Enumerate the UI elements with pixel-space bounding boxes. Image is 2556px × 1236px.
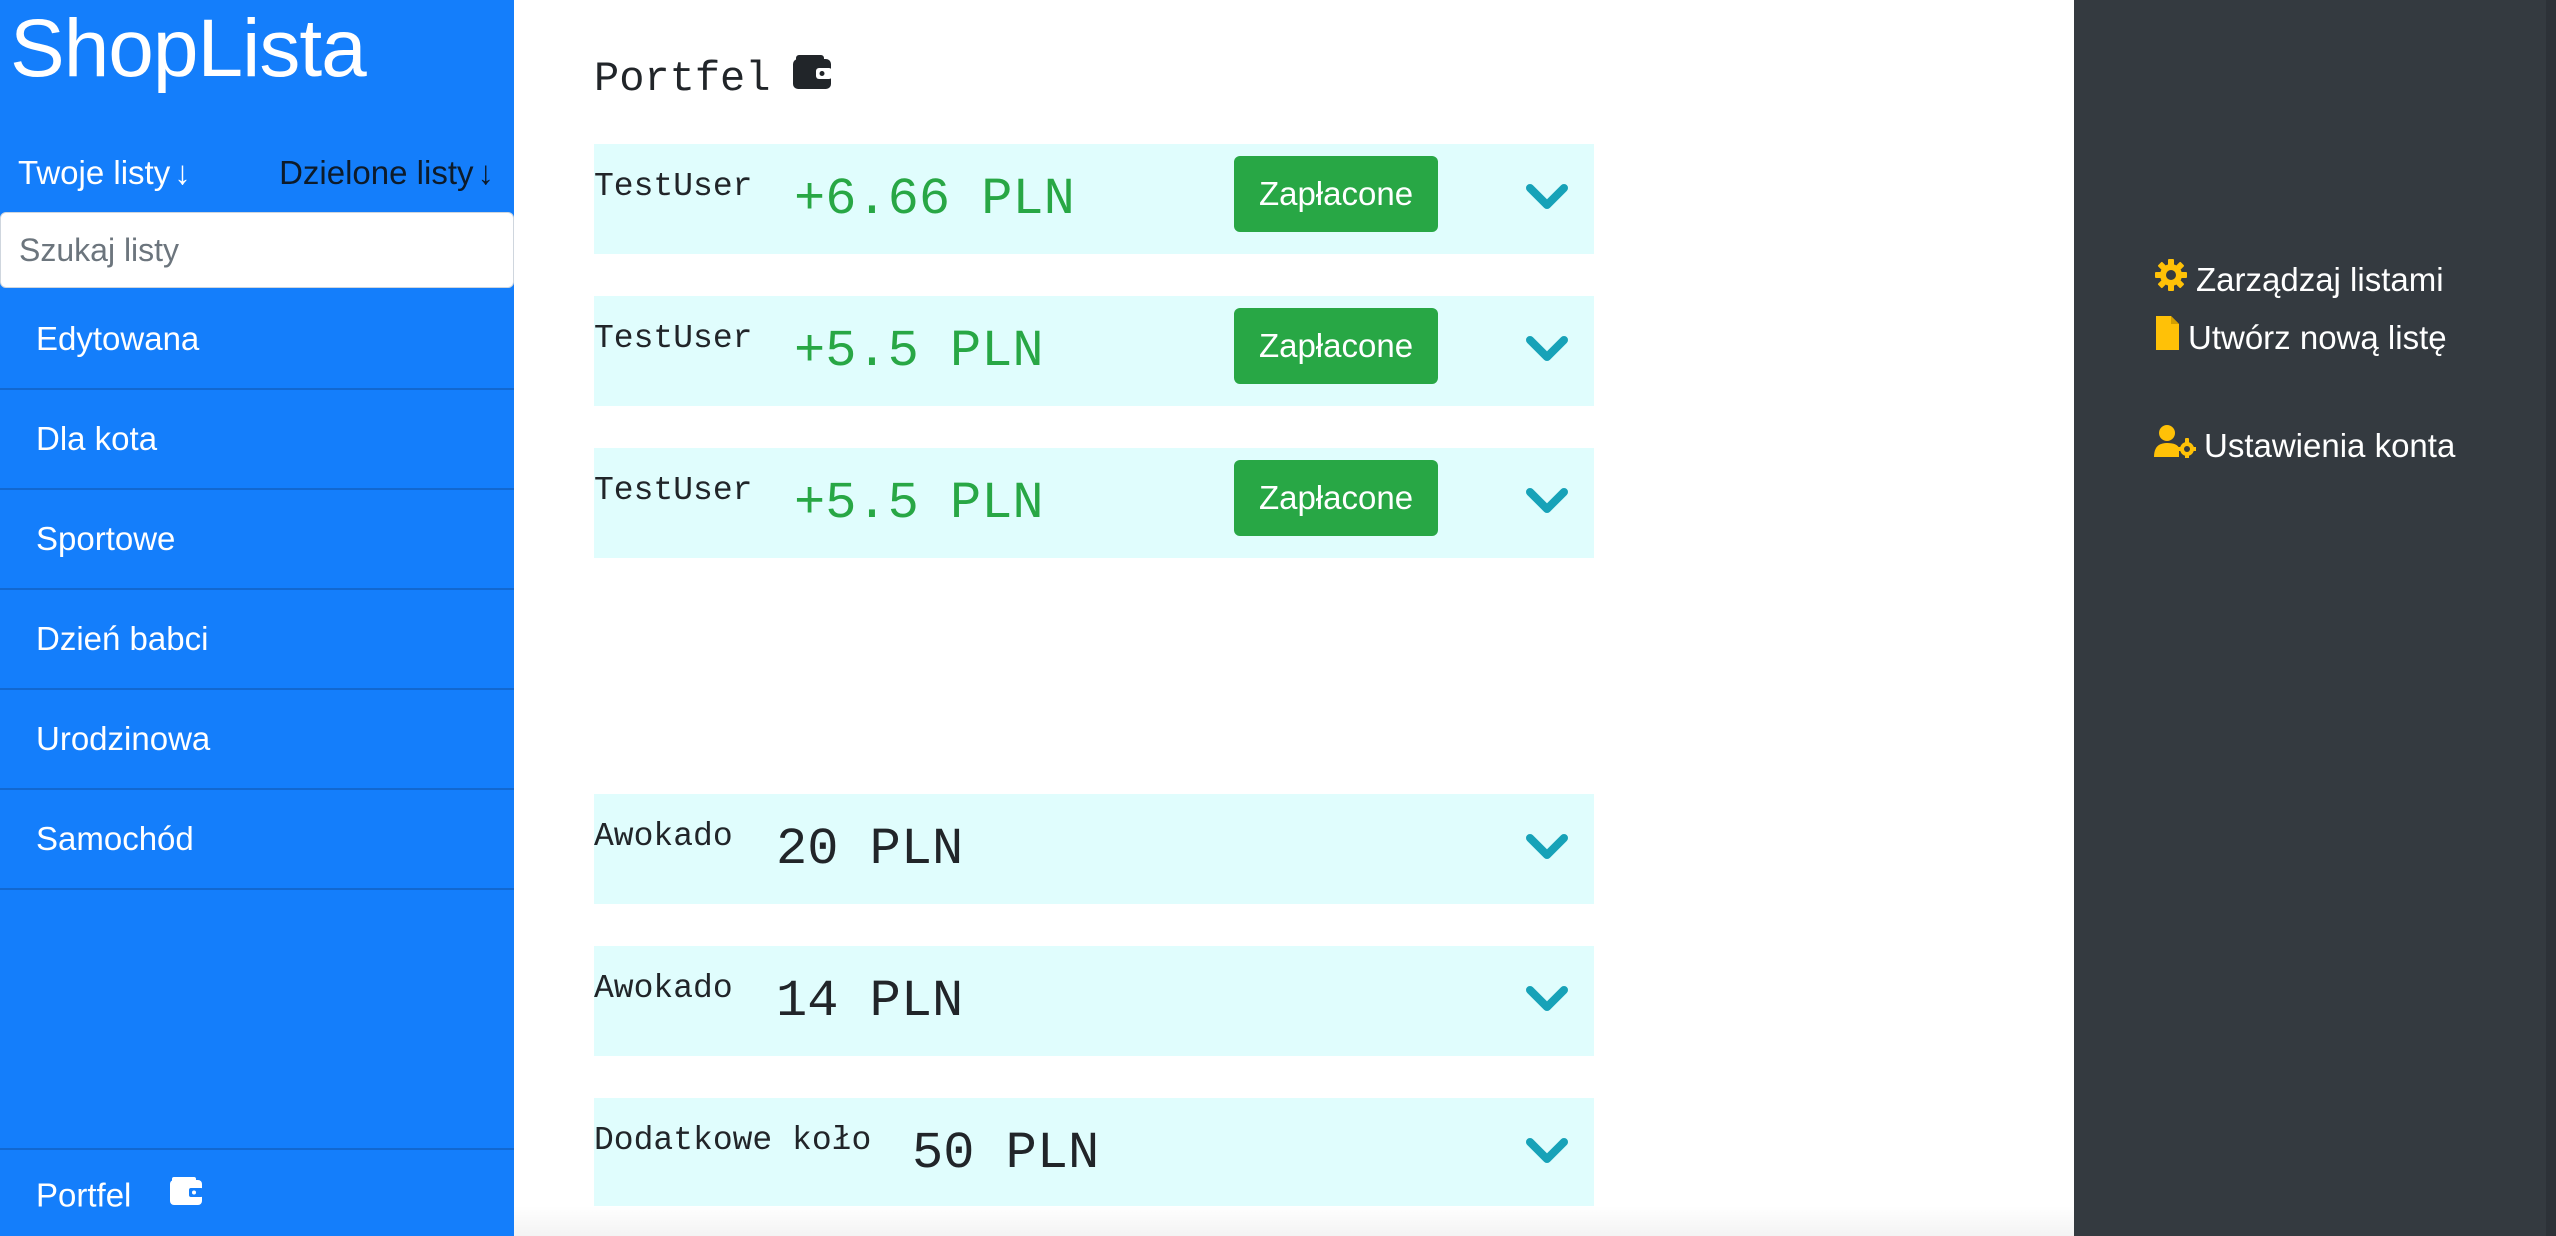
list-toggles: Twoje listy ↓ Dzielone listy ↓ [0,148,514,198]
sidebar-list-item[interactable]: Dzień babci [0,590,514,690]
lists-menu: Edytowana Dla kota Sportowe Dzień babci … [0,290,514,890]
expense-item: Dodatkowe koło [594,1122,872,1159]
wallet-nav-label: Portfel [36,1176,132,1214]
chevron-down-icon[interactable] [1524,478,1570,524]
page-title: Portfel [594,54,833,104]
manage-lists-link[interactable]: Zarządzaj listami [2154,258,2444,302]
own-lists-label: Twoje listy [18,154,171,191]
expense-card: Awokado 14 PLN [594,946,1594,1056]
arrow-down-icon: ↓ [477,154,495,191]
sidebar: ShopLista Twoje listy↓ Dzielone listy↓ E… [0,0,514,1236]
expense-amount: 14 PLN [776,972,964,1031]
payment-amount: +6.66 PLN [794,170,1075,229]
shared-lists-label: Dzielone listy [279,154,474,191]
paid-button[interactable]: Zapłacone [1234,308,1438,384]
expense-card: Awokado 20 PLN [594,794,1594,904]
sidebar-list-item[interactable]: Sportowe [0,490,514,590]
wallet-icon [169,1152,203,1236]
shared-lists-toggle[interactable]: Dzielone listy ↓ [279,148,494,198]
chevron-down-icon[interactable] [1524,326,1570,372]
payment-user: TestUser [594,168,753,205]
right-panel: Zarządzaj listami Utwórz nową listę Usta… [2074,0,2556,1236]
file-icon [2154,315,2180,362]
manage-lists-label: Zarządzaj listami [2196,261,2444,298]
payment-amount: +5.5 PLN [794,474,1044,533]
brand-logo[interactable]: ShopLista [10,4,367,94]
payment-user: TestUser [594,472,753,509]
chevron-down-icon[interactable] [1524,824,1570,870]
paid-button[interactable]: Zapłacone [1234,156,1438,232]
payment-card: TestUser +5.5 PLN Zapłacone [594,448,1594,558]
payment-amount: +5.5 PLN [794,322,1044,381]
wallet-icon [792,54,833,104]
payment-user: TestUser [594,320,753,357]
expense-amount: 20 PLN [776,820,964,879]
sidebar-list-item[interactable]: Dla kota [0,390,514,490]
app-root: ShopLista Twoje listy↓ Dzielone listy↓ E… [0,0,2556,1236]
arrow-down-icon: ↓ [174,154,191,191]
account-settings-link[interactable]: Ustawienia konta [2154,424,2455,468]
content-bottom-fade [514,1206,2074,1236]
new-list-link[interactable]: Utwórz nową listę [2154,315,2447,362]
search-lists-input[interactable] [0,212,514,288]
account-settings-label: Ustawienia konta [2204,427,2456,464]
expense-card: Dodatkowe koło 50 PLN [594,1098,1594,1208]
expense-item: Awokado [594,818,733,855]
wallet-main: Portfel TestUser +6.66 PLN Zapłacone Tes… [514,0,2074,1236]
scrollbar[interactable] [2546,0,2556,1236]
payment-card: TestUser +5.5 PLN Zapłacone [594,296,1594,406]
paid-button[interactable]: Zapłacone [1234,460,1438,536]
sidebar-list-item[interactable]: Urodzinowa [0,690,514,790]
chevron-down-icon[interactable] [1524,976,1570,1022]
wallet-nav-link[interactable]: Portfel [0,1148,514,1236]
expense-item: Awokado [594,970,733,1007]
new-list-label: Utwórz nową listę [2188,319,2447,356]
gear-icon [2154,258,2188,303]
page-title-text: Portfel [594,55,771,103]
sidebar-list-item[interactable]: Samochód [0,790,514,890]
own-lists-toggle[interactable]: Twoje listy ↓ [18,148,191,198]
expense-amount: 50 PLN [912,1124,1100,1183]
user-cog-icon [2154,424,2198,469]
payment-card: TestUser +6.66 PLN Zapłacone [594,144,1594,254]
sidebar-list-item[interactable]: Edytowana [0,290,514,390]
chevron-down-icon[interactable] [1524,174,1570,220]
chevron-down-icon[interactable] [1524,1128,1570,1174]
